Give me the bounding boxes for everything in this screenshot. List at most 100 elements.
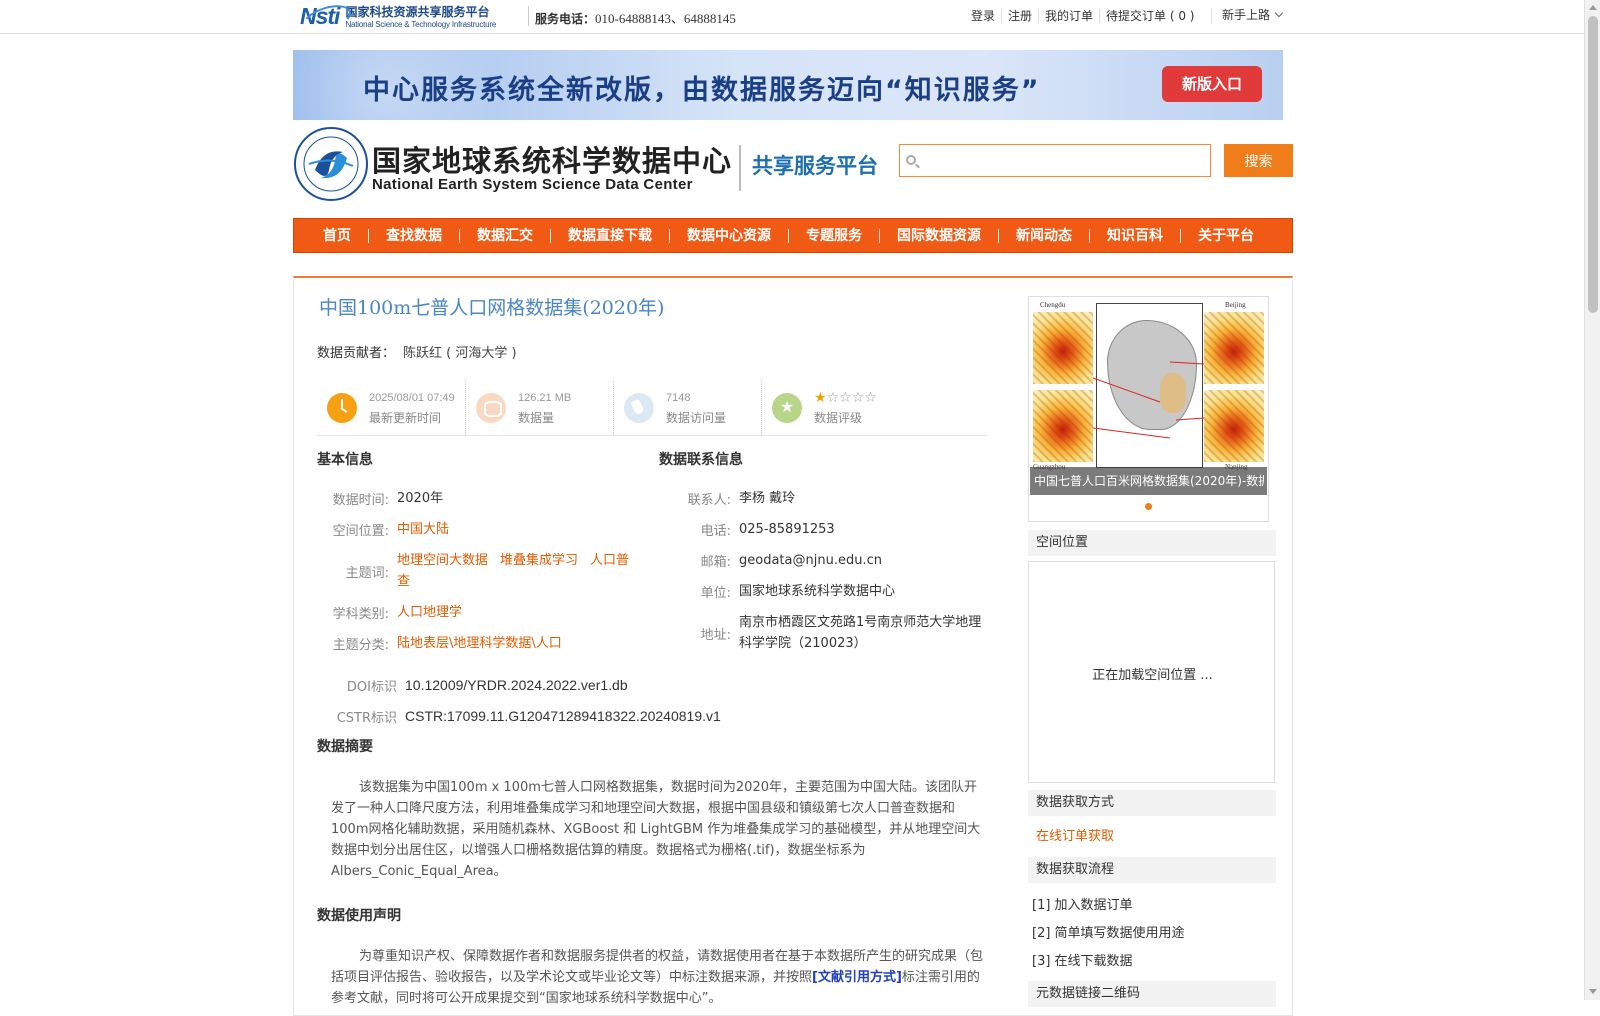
flow-heading: 数据获取流程 [1028,857,1276,883]
contact-row-unit: 单位: 国家地球系统科学数据中心 [700,584,896,601]
cstr-row: CSTR标识 CSTR:17099.11.G120471289418322.20… [336,708,721,726]
keyword-link[interactable]: 地理空间大数据 [397,553,488,568]
nav-item-1[interactable]: 查找数据 [368,228,459,243]
nav-item-9[interactable]: 关于平台 [1180,228,1271,243]
database-icon [476,392,506,423]
spatial-map[interactable]: 正在加载空间位置 ... [1028,561,1275,783]
main-nav: 首页 查找数据 数据汇交 数据直接下载 数据中心资源 专题服务 国际数据资源 新闻动态 知识百科… [293,218,1293,253]
contact-row-person: 联系人: 李杨 戴玲 [687,491,796,508]
divider [1211,8,1212,24]
citation-format-link[interactable]: [文献引用方式] [812,970,902,985]
announcement-banner[interactable]: 中心服务系统全新改版，由数据服务迈向“知识服务” 新版入口 [293,50,1283,120]
preview-carousel[interactable]: Chengdu Beijing Guangzhou Nanjing 中国七普人口… [1028,296,1269,522]
nsti-logo-mark: Nsti [300,2,340,29]
scrollbar-thumb[interactable] [1588,16,1598,313]
online-order-link[interactable]: 在线订单获取 [1036,825,1114,844]
space-link[interactable]: 中国大陆 [397,519,632,540]
nav-item-2[interactable]: 数据汇交 [459,228,550,243]
doi-value: 10.12009/YRDR.2024.2022.ver1.db [405,677,628,693]
divider [739,145,741,191]
page-scrollbar[interactable] [1584,0,1600,1000]
scroll-up-arrow-icon[interactable] [1589,5,1597,10]
dataset-title: 中国100m七普人口网格数据集(2020年) [319,297,665,319]
cursor-icon [624,392,654,423]
info-row-keywords: 主题词: 地理空间大数据 堆叠集成学习 人口普查 [345,553,630,589]
nav-item-8[interactable]: 知识百科 [1089,228,1180,243]
basic-info: 数据时间: 2020年 空间位置: 中国大陆 主题词: 地理空间大数据 堆叠集成学… [317,483,632,659]
flow-step: [1] 加入数据订单 [1032,898,1133,913]
data-center-emblem-icon[interactable] [293,126,373,202]
access-heading: 数据获取方式 [1028,790,1276,816]
clock-icon [327,392,357,423]
carousel-dot[interactable] [1145,503,1152,510]
search-button[interactable]: 搜索 [1224,144,1293,177]
contact-info-heading: 数据联系信息 [659,452,743,468]
stat-rating: ★☆☆☆☆数据评级 [761,380,909,435]
stat-visits: 7148 数据访问量 [613,380,761,435]
search-icon [906,155,916,165]
chevron-down-icon [1274,8,1284,18]
nav-item-4[interactable]: 数据中心资源 [669,228,788,243]
nsti-logo[interactable]: Nsti 国家科技资源共享服务平台 National Science & Tec… [300,2,496,30]
search-field [899,144,1211,177]
contact-row-email: 邮箱: geodata@njnu.edu.cn [700,553,882,570]
info-row-space: 空间位置: 中国大陆 [317,514,632,545]
dataset-contributor: 数据贡献者： 陈跃红 ( 河海大学 ) [317,346,517,361]
nsti-logo-cn: 国家科技资源共享服务平台 [345,5,490,19]
newbie-guide-dropdown[interactable]: 新手上路 [1222,6,1284,23]
nsti-logo-en: National Science & Technology Infrastruc… [345,20,497,29]
doi-row: DOI标识 10.12009/YRDR.2024.2022.ver1.db [346,677,628,695]
service-phone: 服务电话：010-64888143、64888145 [535,11,736,26]
rating-stars[interactable]: ★☆☆☆☆ [814,388,877,408]
category-link[interactable]: 陆地表层\地理科学数据\人口 [397,633,632,654]
flow-step: [2] 简单填写数据使用用途 [1032,926,1185,941]
stat-size: 126.21 MB 数据量 [465,380,613,435]
contact-row-phone: 电话: 025-85891253 [700,522,835,539]
login-link[interactable]: 登录 [965,9,1003,23]
my-orders-link[interactable]: 我的订单 [1039,9,1101,23]
discipline-link[interactable]: 人口地理学 [397,602,632,623]
preview-leader-lines [1092,361,1205,439]
platform-title: 共享服务平台 [752,154,878,178]
stat-updated: 2025/08/01 07:49 最新更新时间 [317,380,465,435]
cstr-value: CSTR:17099.11.G120471289418322.20240819.… [405,708,721,724]
top-links: 登录 注册 我的订单 待提交订单 ( 0 ) [965,9,1201,23]
spatial-loading-text: 正在加载空间位置 ... [1092,668,1213,683]
flow-step: [3] 在线下载数据 [1032,954,1133,969]
preview-caption-bar: 中国七普人口百米网格数据集(2020年)-数据质量评价 [1030,467,1267,495]
basic-info-heading: 基本信息 [317,452,373,468]
data-center-title-en: National Earth System Science Data Cente… [372,176,693,193]
info-row-time: 数据时间: 2020年 [332,491,444,508]
star-icon[interactable]: ☆ [839,390,852,406]
nav-item-0[interactable]: 首页 [311,229,368,243]
star-icon[interactable]: ☆ [827,390,840,406]
star-icon[interactable]: ☆ [852,390,865,406]
nav-item-3[interactable]: 数据直接下载 [550,228,669,243]
info-row-category: 主题分类: 陆地表层\地理科学数据\人口 [317,628,632,659]
data-center-title: 国家地球系统科学数据中心 [372,144,733,178]
qr-heading: 元数据链接二维码 [1028,981,1276,1007]
preview-image[interactable]: Chengdu Beijing Guangzhou Nanjing [1030,298,1267,495]
register-link[interactable]: 注册 [1002,9,1040,23]
abstract-text: 该数据集为中国100m x 100m七普人口网格数据集，数据时间为2020年，主… [331,780,981,879]
pending-orders-link[interactable]: 待提交订单 ( 0 ) [1100,9,1200,23]
star-badge-icon [772,392,802,423]
banner-text: 中心服务系统全新改版，由数据服务迈向“知识服务” [363,75,1041,106]
new-version-button[interactable]: 新版入口 [1162,66,1262,102]
nav-item-5[interactable]: 专题服务 [788,228,879,243]
usage-heading: 数据使用声明 [317,908,401,924]
contact-row-address: 地址: 南京市栖霞区文苑路1号南京师范大学地理科学学院（210023） [700,615,982,651]
nav-item-7[interactable]: 新闻动态 [998,228,1089,243]
identifiers: DOI标识 10.12009/YRDR.2024.2022.ver1.db CS… [317,670,721,732]
contact-info: 联系人: 李杨 戴玲 电话: 025-85891253 邮箱: geodata@… [659,483,984,659]
dataset-stats: 2025/08/01 07:49 最新更新时间 126.21 MB 数据量 7148… [317,380,987,436]
divider [528,6,529,26]
preview-caption: 中国七普人口百米网格数据集(2020年)-数据质量评价 [1034,474,1264,488]
scroll-down-arrow-icon[interactable] [1589,989,1597,994]
search-input[interactable] [900,145,1210,176]
star-icon[interactable]: ☆ [864,390,877,406]
nav-item-6[interactable]: 国际数据资源 [879,228,998,243]
info-row-discipline: 学科类别: 人口地理学 [317,597,632,628]
keyword-link[interactable]: 堆叠集成学习 [500,553,578,568]
star-icon[interactable]: ★ [814,390,827,406]
